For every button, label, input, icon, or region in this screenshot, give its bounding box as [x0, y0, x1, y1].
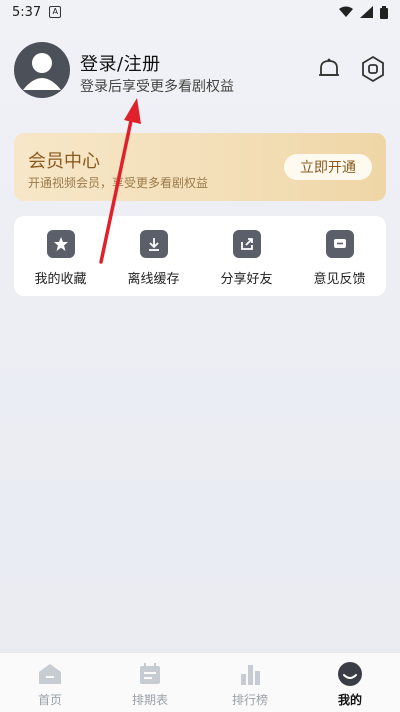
battery-icon: [380, 5, 388, 19]
share-friends-label: 分享好友: [220, 272, 273, 287]
annotation-arrow: [99, 98, 141, 264]
nav-home[interactable]: 首页: [0, 653, 100, 712]
status-bar: 5:37 A: [0, 0, 400, 24]
favorites-button[interactable]: 我的收藏: [14, 216, 107, 296]
status-time: 5:37: [12, 4, 42, 20]
quick-actions: 我的收藏 离线缓存 分享好友 意见反馈: [14, 216, 386, 296]
nav-schedule-label: 排期表: [131, 693, 168, 707]
offline-cache-button[interactable]: 离线缓存: [107, 216, 200, 296]
star-icon: [46, 230, 75, 258]
settings-icon: [362, 55, 384, 83]
open-vip-button[interactable]: 立即开通: [284, 154, 372, 180]
settings-button[interactable]: [358, 54, 388, 84]
offline-cache-label: 离线缓存: [127, 272, 180, 287]
message-icon: [319, 58, 339, 76]
download-icon: [139, 230, 168, 258]
share-icon: [232, 230, 261, 258]
vip-subtitle: 开通视频会员，享受更多看剧权益: [28, 176, 209, 190]
wifi-icon: [339, 6, 353, 17]
feedback-button[interactable]: 意见反馈: [293, 216, 386, 296]
nav-ranking[interactable]: 排行榜: [200, 653, 300, 712]
feedback-label: 意见反馈: [313, 272, 366, 287]
profile-header[interactable]: 登录/注册 登录后享受更多看剧权益: [14, 42, 386, 100]
calendar-icon: [137, 661, 163, 687]
feedback-icon: [325, 230, 354, 258]
nav-ranking-label: 排行榜: [231, 693, 268, 707]
profile-icon: [337, 661, 363, 687]
home-icon: [37, 661, 63, 687]
nav-home-label: 首页: [37, 693, 62, 707]
login-register-link[interactable]: 登录/注册: [80, 50, 161, 76]
message-button[interactable]: [314, 54, 344, 84]
nav-profile-label: 我的: [337, 693, 362, 707]
nav-schedule[interactable]: 排期表: [100, 653, 200, 712]
default-avatar-icon: [23, 53, 61, 90]
avatar[interactable]: [14, 42, 70, 98]
sim-icon: A: [49, 6, 62, 18]
vip-center-card[interactable]: 会员中心 开通视频会员，享受更多看剧权益 立即开通: [14, 133, 386, 201]
share-friends-button[interactable]: 分享好友: [200, 216, 293, 296]
bottom-nav: 首页 排期表 排行榜 我的: [0, 652, 400, 712]
favorites-label: 我的收藏: [34, 272, 87, 287]
signal-icon: [360, 6, 373, 18]
nav-profile[interactable]: 我的: [300, 653, 400, 712]
ranking-icon: [237, 661, 263, 687]
login-subtitle: 登录后享受更多看剧权益: [80, 79, 234, 95]
vip-title: 会员中心: [28, 151, 100, 172]
